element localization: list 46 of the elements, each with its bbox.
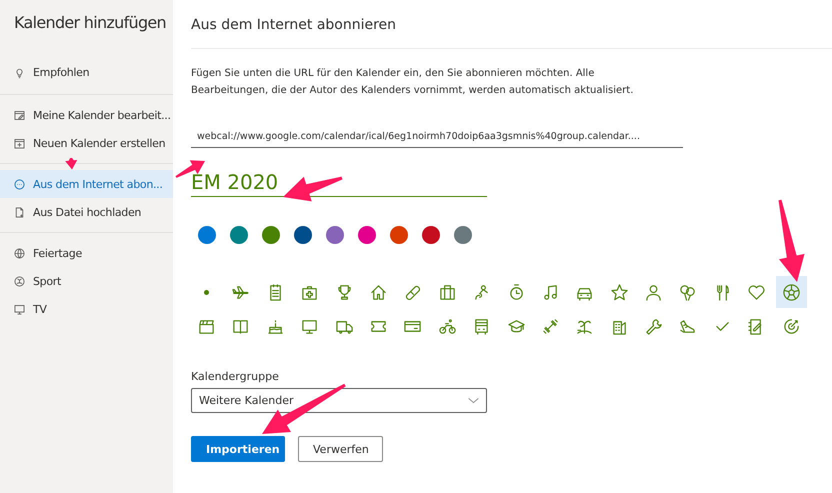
sidebar-item[interactable]: Sport — [0, 267, 173, 295]
calendar-group-dropdown[interactable]: Weitere Kalender — [191, 388, 487, 413]
color-swatch[interactable] — [454, 226, 472, 244]
color-swatch[interactable] — [390, 226, 408, 244]
star-icon — [610, 282, 629, 302]
panel-title: Aus dem Internet abonnieren — [191, 17, 832, 49]
color-swatch[interactable] — [262, 226, 280, 244]
sidebar-item[interactable]: Meine Kalender bearbeit... — [0, 101, 173, 129]
sidebar-item[interactable]: Empfohlen — [0, 58, 173, 86]
group-label: Kalendergruppe — [191, 370, 279, 383]
globe-icon — [13, 246, 26, 260]
sidebar-item[interactable]: Neuen Kalender erstellen — [0, 129, 173, 157]
sidebar-item[interactable]: Aus dem Internet abon... — [0, 170, 173, 198]
house-icon — [368, 282, 388, 302]
color-swatch[interactable] — [422, 226, 440, 244]
icon-option[interactable] — [776, 276, 807, 308]
sidebar-item[interactable]: Feiertage — [0, 239, 173, 267]
balloons-icon — [678, 282, 698, 302]
dumbbell-icon — [540, 316, 560, 336]
bicycle-icon — [438, 316, 457, 336]
color-swatch[interactable] — [198, 226, 216, 244]
color-swatch[interactable] — [326, 226, 344, 244]
arrow-annotation — [283, 176, 342, 202]
sidebar-item[interactable]: Aus Datei hochladen — [0, 198, 173, 226]
circle-dots-icon — [13, 178, 26, 190]
description-text: Fügen Sie unten die URL für den Kalender ein, den Sie abonnieren möchten. Alle Bearbeitungen, die der Autor des Kalenders vornimmt, werden automatisch aktualisiert. — [191, 67, 634, 98]
calendar-add-icon — [13, 136, 26, 150]
sidebar-item[interactable]: TV — [0, 295, 173, 323]
person-icon — [644, 282, 664, 302]
sidebar-title: Kalender hinzufügen — [14, 12, 166, 33]
monitor-icon — [13, 302, 26, 316]
target-icon — [782, 316, 801, 336]
url-field[interactable]: webcal://www.google.com/calendar/ical/6eg1noirmh70doip6aa3gsmnis%40group.calendar.... — [191, 128, 683, 148]
chevron-down-icon — [468, 397, 479, 404]
calendar-name-field[interactable]: EM 2020 — [191, 168, 487, 197]
color-swatch[interactable] — [230, 226, 248, 244]
wrench-icon — [644, 316, 664, 336]
import-button[interactable]: Importieren — [191, 436, 285, 462]
arrow-annotation — [65, 158, 78, 170]
heart-icon — [747, 282, 766, 302]
calendar-edit-icon — [13, 108, 26, 122]
discard-button[interactable]: Verwerfen — [298, 436, 383, 462]
file-icon — [13, 206, 26, 218]
briefcase-icon — [438, 282, 457, 302]
color-swatch[interactable] — [294, 226, 312, 244]
color-swatch[interactable] — [358, 226, 376, 244]
